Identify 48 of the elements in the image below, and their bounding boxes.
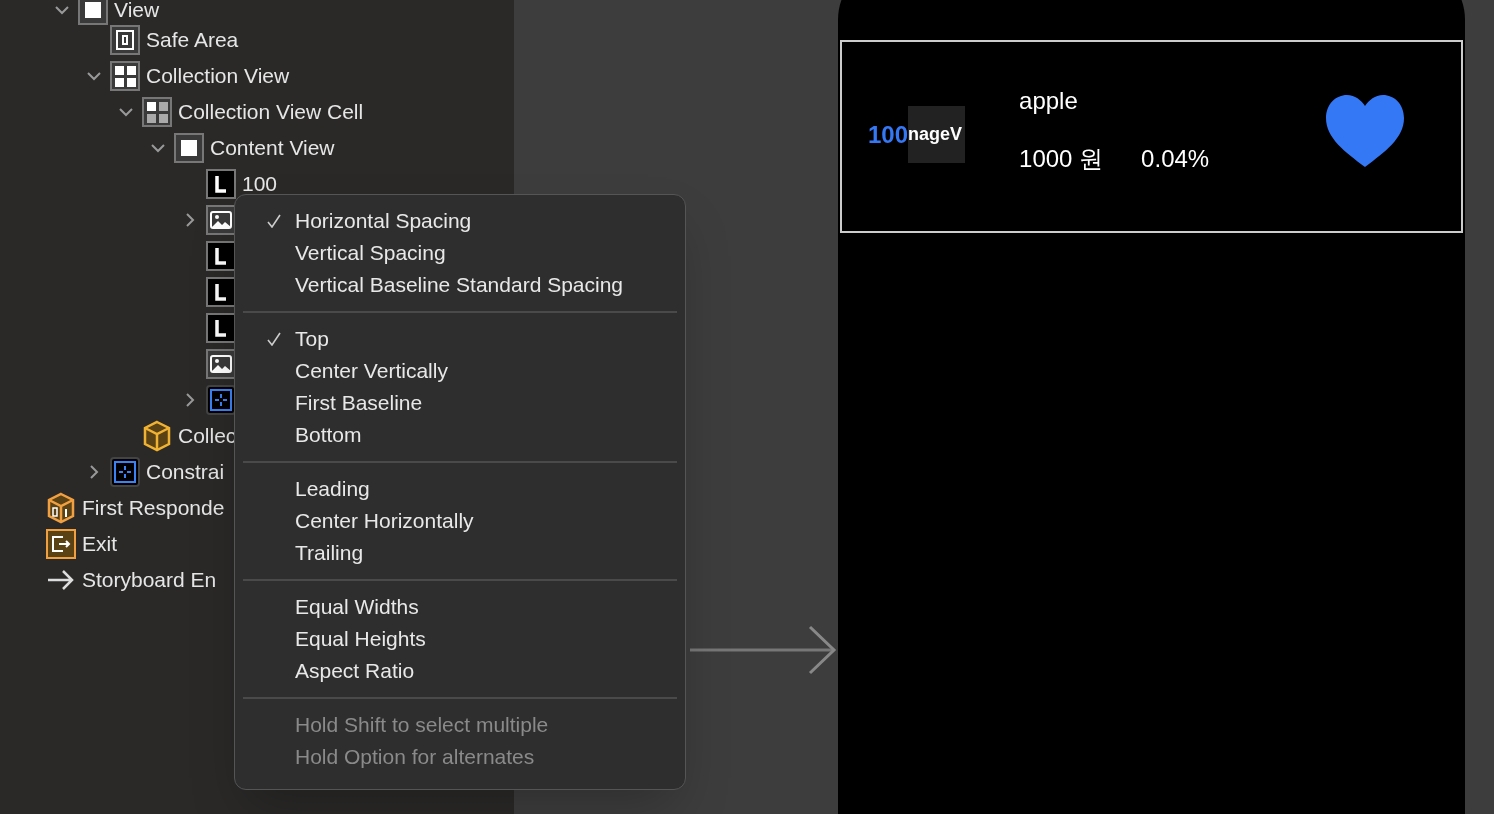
exit-icon xyxy=(46,529,76,559)
heart-icon[interactable] xyxy=(1325,93,1405,168)
menu-item: Hold Shift to select multiple xyxy=(294,712,550,739)
image-view-label: nageV xyxy=(908,123,963,146)
cube-icon xyxy=(46,492,76,524)
menu-item[interactable]: Top xyxy=(243,323,677,355)
checkmark-icon xyxy=(267,214,281,228)
label-icon xyxy=(206,313,236,343)
view-icon xyxy=(174,133,204,163)
menu-item[interactable]: First Baseline xyxy=(243,387,677,419)
label-icon xyxy=(206,241,236,271)
outline-item-label[interactable]: Safe Area xyxy=(146,24,239,56)
grid-icon xyxy=(110,61,140,91)
menu-item[interactable]: Center Vertically xyxy=(243,355,677,387)
outline-item-label[interactable]: Collection View Cell xyxy=(178,96,364,128)
menu-item[interactable]: Equal Widths xyxy=(243,591,677,623)
constraints-icon xyxy=(110,457,140,487)
outline-item-label[interactable]: Collection View xyxy=(146,60,290,92)
rank-label: 100 xyxy=(868,119,909,150)
menu-item[interactable]: Vertical Baseline Standard Spacing xyxy=(243,269,677,301)
safe-area-icon xyxy=(110,25,140,55)
cube-icon xyxy=(142,420,172,452)
menu-item[interactable]: Horizontal Spacing xyxy=(243,205,677,237)
constraints-icon xyxy=(206,385,236,415)
label-icon xyxy=(206,277,236,307)
grid-cell-icon xyxy=(142,97,172,127)
outline-item-label[interactable]: Exit xyxy=(82,528,117,560)
menu-item[interactable]: Vertical Spacing xyxy=(243,237,677,269)
outline-item-label[interactable]: Content View xyxy=(210,132,335,164)
view-icon xyxy=(78,0,108,25)
outline-item-label[interactable]: Storyboard En xyxy=(82,564,217,596)
menu-item: Hold Option for alternates xyxy=(294,744,536,771)
arrow-icon xyxy=(46,568,76,592)
outline-item-label[interactable]: First Responde xyxy=(82,492,225,524)
menu-item[interactable]: Equal Heights xyxy=(243,623,677,655)
outline-item-label[interactable]: Constrai xyxy=(146,456,225,488)
outline-item-label[interactable]: Collec xyxy=(178,420,237,452)
menu-item[interactable]: Aspect Ratio xyxy=(243,655,677,687)
name-label: apple xyxy=(1019,85,1079,116)
checkmark-icon xyxy=(267,332,281,346)
outline-item-label[interactable]: View xyxy=(114,0,160,26)
menu-item[interactable]: Trailing xyxy=(243,537,677,569)
label-icon xyxy=(206,169,236,199)
menu-item[interactable]: Leading xyxy=(243,473,677,505)
change-label: 0.04% xyxy=(1141,143,1210,174)
menu-item[interactable]: Bottom xyxy=(243,419,677,451)
menu-item[interactable]: Center Horizontally xyxy=(243,505,677,537)
price-label: 1000 원 xyxy=(1019,143,1104,174)
